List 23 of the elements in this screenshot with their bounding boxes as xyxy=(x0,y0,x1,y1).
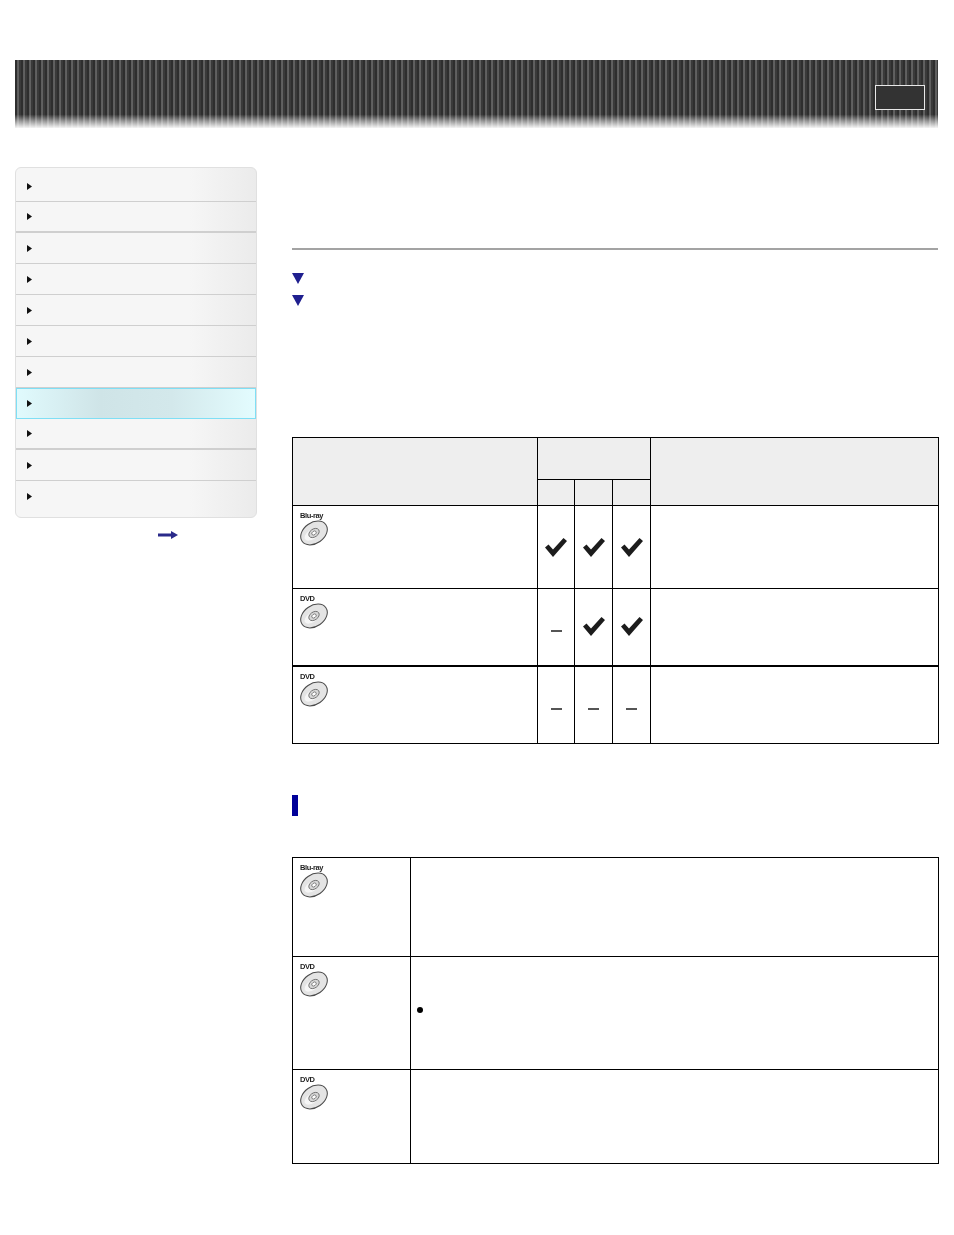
disc-icon xyxy=(300,872,328,898)
caret-icon xyxy=(27,182,32,190)
header-button[interactable] xyxy=(875,85,925,110)
caret-icon xyxy=(27,461,32,469)
caret-icon xyxy=(27,368,32,376)
caret-icon xyxy=(27,213,32,220)
caret-icon xyxy=(27,493,32,500)
sidebar-item[interactable] xyxy=(16,388,256,419)
disc-icon xyxy=(300,603,328,629)
triangle-down-icon[interactable] xyxy=(292,295,304,306)
caret-icon xyxy=(27,337,32,345)
triangle-down-icon[interactable] xyxy=(292,273,304,284)
caret-icon xyxy=(27,430,32,437)
disc-icon xyxy=(300,1084,328,1110)
disc-icon xyxy=(300,520,328,546)
caret-icon xyxy=(27,275,32,283)
caret-icon xyxy=(27,244,32,252)
caret-icon xyxy=(27,400,32,407)
heading-bar-icon xyxy=(292,795,298,816)
caret-icon xyxy=(27,306,32,314)
disc-icon xyxy=(300,971,328,997)
arrow-right-icon[interactable] xyxy=(158,531,178,539)
disc-icon xyxy=(300,680,328,707)
